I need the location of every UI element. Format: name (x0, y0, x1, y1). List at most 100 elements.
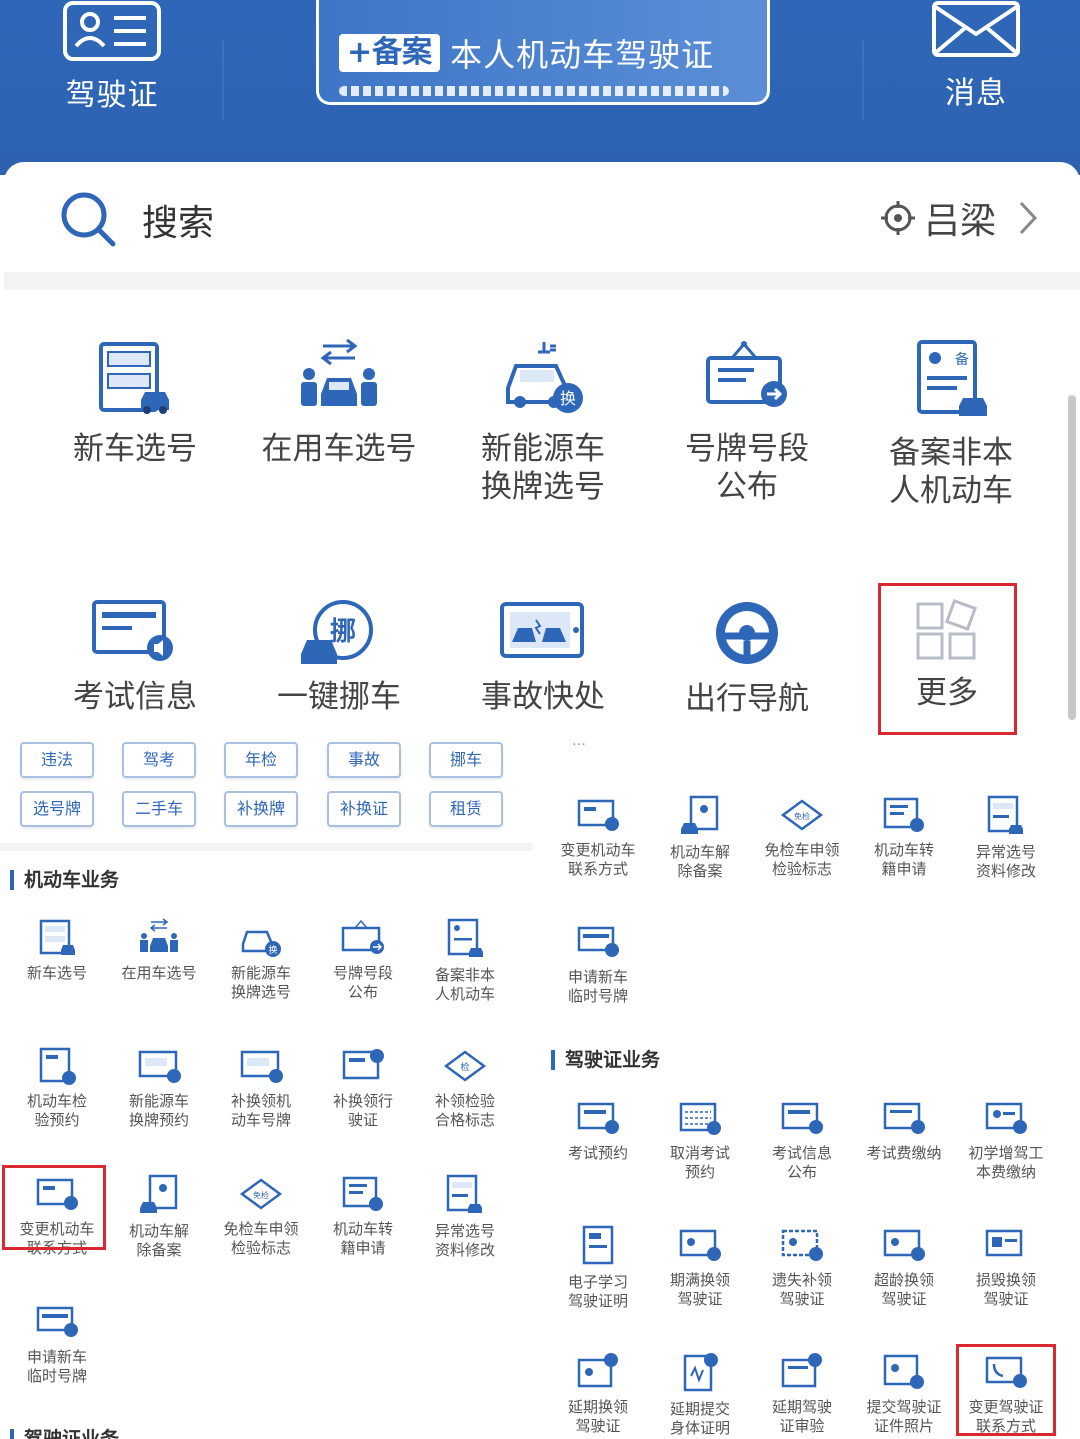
message-button[interactable]: 消息 (920, 0, 1032, 112)
license-item-delay-health[interactable]: 延期提交 身体证明 (652, 1352, 748, 1438)
right-item-temp-plate[interactable]: 申请新车 临时号牌 (550, 922, 646, 1006)
vehicle-item-replace-plate[interactable]: 补换领机 动车号牌 (213, 1046, 309, 1130)
item-label: 免检车申领 (764, 841, 840, 859)
item-label: 机动车转 (332, 1220, 393, 1238)
vehicle-item-used-car[interactable]: 在用车选号 (111, 918, 207, 983)
tag-rental[interactable]: 租赁 (429, 791, 503, 827)
grid-item-used-car-plate[interactable]: 在用车选号 (244, 338, 434, 468)
right-item-abnormal-plate[interactable]: 异常选号 资料修改 (958, 795, 1054, 881)
item-label: 变更机动车 (560, 841, 636, 859)
license-item-over-age[interactable]: 超龄换领 驾驶证 (856, 1225, 952, 1309)
license-age-icon (883, 1229, 925, 1261)
license-item-delay-review[interactable]: 延期驾驶 证审验 (754, 1352, 850, 1436)
item-label: 临时号牌 (26, 1367, 87, 1385)
top-header: 驾驶证 +备案 本人机动车驾驶证 消息 (0, 0, 1080, 175)
vehicle-item-transfer[interactable]: 机动车转 籍申请 (315, 1174, 411, 1258)
item-label: 本费缴纳 (975, 1163, 1036, 1181)
vehicle-item-ev-plate[interactable]: 换 新能源车 换牌选号 (213, 918, 309, 1002)
replace-license-icon (342, 1049, 384, 1080)
item-label: 补换领行 (332, 1092, 393, 1110)
grid-item-new-car-plate[interactable]: 新车选号 (40, 338, 230, 468)
right-item-cancel-record[interactable]: 机动车解 除备案 (652, 795, 748, 881)
exempt-mark-icon: 免检 (239, 1178, 283, 1210)
header-divider (222, 40, 224, 120)
item-label: 新车选号 (26, 964, 87, 982)
tag-accident[interactable]: 事故 (327, 742, 401, 778)
exam-info-icon (92, 600, 173, 661)
item-label: 身体证明 (669, 1419, 730, 1437)
vehicle-item-inspection-booking[interactable]: 机动车检 验预约 (9, 1046, 105, 1130)
tag-select-plate[interactable]: 选号牌 (20, 791, 94, 827)
grid-item-label: 备案非本 (889, 435, 1013, 471)
license-item-delay-renew[interactable]: 延期换领 驾驶证 (550, 1352, 646, 1436)
tag-driving-test[interactable]: 驾考 (122, 742, 196, 778)
license-section-title-partial: 驾驶证业务 (10, 1429, 119, 1439)
vehicle-item-ev-booking[interactable]: 新能源车 换牌预约 (111, 1046, 207, 1130)
transfer-icon (883, 797, 924, 832)
right-item-transfer[interactable]: 机动车转 籍申请 (856, 795, 952, 879)
license-item-exam-fee[interactable]: 考试费缴纳 (856, 1098, 952, 1163)
license-item-renew-expired[interactable]: 期满换领 驾驶证 (652, 1225, 748, 1309)
vehicle-item-record[interactable]: 备案非本 人机动车 (417, 918, 513, 1004)
grid-item-label: 考试信息 (73, 679, 197, 715)
right-item-change-contact[interactable]: 变更机动车 联系方式 (550, 795, 646, 879)
license-item-exam-booking[interactable]: 考试预约 (550, 1098, 646, 1163)
vehicle-item-abnormal-plate[interactable]: 异常选号 资料修改 (417, 1174, 513, 1260)
temp-plate-icon (577, 926, 619, 957)
tag-replace-plate[interactable]: 补换牌 (224, 791, 298, 827)
vehicle-item-inspection-mark[interactable]: 检 补领检验 合格标志 (417, 1046, 513, 1130)
photo-upload-icon (883, 1354, 924, 1389)
item-label: 驾驶证 (983, 1290, 1029, 1308)
item-label: 人机动车 (434, 985, 495, 1003)
plate-select-icon (39, 919, 75, 955)
vehicle-item-replace-license[interactable]: 补换领行 驶证 (315, 1046, 411, 1130)
grid-item-navigation[interactable]: 出行导航 (652, 598, 842, 718)
item-label: 考试信息 (771, 1144, 832, 1162)
vehicle-item-exempt-mark[interactable]: 免检 免检车申领 检验标志 (213, 1174, 309, 1258)
tag-replace-license[interactable]: 补换证 (327, 791, 401, 827)
grid-item-plate-segment[interactable]: 号牌号段 公布 (652, 338, 842, 506)
tag-annual-check[interactable]: 年检 (224, 742, 298, 778)
inspection-booking-icon (39, 1047, 76, 1085)
right-item-exempt-mark[interactable]: 免检 免检车申领 检验标志 (754, 795, 850, 879)
license-item-cancel-exam[interactable]: 取消考试 预约 (652, 1098, 748, 1182)
vehicle-item-plate-segment[interactable]: 号牌号段 公布 (315, 918, 411, 1002)
item-label: 考试预约 (567, 1144, 628, 1162)
learner-fee-icon (985, 1102, 1027, 1134)
license-item-lost-replace[interactable]: 遗失补领 驾驶证 (754, 1225, 850, 1309)
license-button[interactable]: 驾驶证 (50, 0, 174, 114)
cancel-record-icon (140, 1174, 178, 1213)
search-input[interactable]: 搜索 (142, 194, 214, 246)
grid-item-move-car[interactable]: 挪 一键挪车 (244, 598, 434, 716)
record-banner[interactable]: +备案 本人机动车驾驶证 (316, 0, 770, 105)
license-item-submit-photo[interactable]: 提交驾驶证 证件照片 (856, 1352, 952, 1436)
health-proof-icon (683, 1353, 718, 1392)
grid-item-record-vehicle[interactable]: 备 备案非本 人机动车 (856, 338, 1046, 510)
tag-move-car[interactable]: 挪车 (429, 742, 503, 778)
license-item-damaged[interactable]: 损毁换领 驾驶证 (958, 1225, 1054, 1309)
item-label: 机动车检 (26, 1092, 87, 1110)
license-item-e-learning[interactable]: 电子学习 驾驶证明 (550, 1225, 646, 1311)
vehicle-item-new-car[interactable]: 新车选号 (9, 918, 105, 983)
item-label: 备案非本 (434, 966, 495, 984)
tag-violation[interactable]: 违法 (20, 742, 94, 778)
ev-car-icon: 换 (241, 930, 281, 957)
location-selector[interactable]: 吕梁 (880, 192, 1038, 244)
vehicle-item-temp-plate[interactable]: 申请新车 临时号牌 (9, 1302, 105, 1386)
grid-item-exam-info[interactable]: 考试信息 (40, 598, 230, 716)
vehicle-item-cancel-record[interactable]: 机动车解 除备案 (111, 1174, 207, 1260)
item-label: 检验标志 (230, 1239, 291, 1257)
item-label: 遗失补领 (771, 1271, 832, 1289)
icon-badge-text: 挪 (330, 617, 356, 647)
license-item-learner-fee[interactable]: 初学增驾工 本费缴纳 (958, 1098, 1054, 1182)
grid-item-label: 一键挪车 (277, 679, 401, 715)
license-section-title: 驾驶证业务 (551, 1050, 660, 1070)
scrollbar[interactable] (1068, 395, 1076, 720)
grid-item-label: 换牌选号 (481, 469, 605, 505)
tag-used-car[interactable]: 二手车 (122, 791, 196, 827)
grid-item-ev-plate[interactable]: 换 新能源车 换牌选号 (448, 338, 638, 506)
license-item-exam-info[interactable]: 考试信息 公布 (754, 1098, 850, 1182)
grid-item-accident[interactable]: 事故快处 (448, 598, 638, 716)
item-label: 驶证 (347, 1111, 378, 1129)
search-icon[interactable] (59, 190, 117, 248)
